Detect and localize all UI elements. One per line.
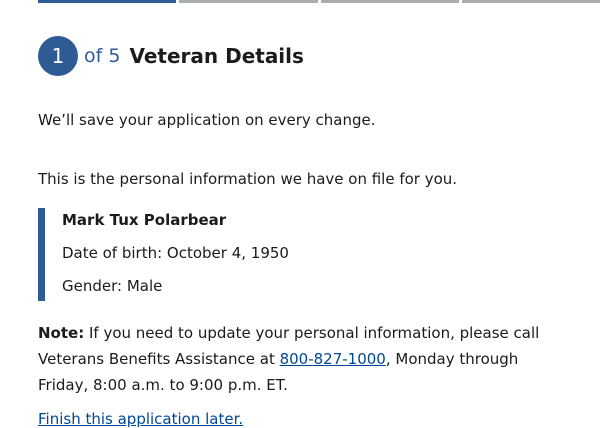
veteran-dob: Date of birth: October 4, 1950 [62, 244, 289, 262]
phone-link[interactable]: 800-827-1000 [280, 350, 386, 368]
veteran-info-card: Mark Tux Polarbear Date of birth: Octobe… [38, 208, 338, 301]
progress-segment-4 [461, 0, 600, 3]
finish-later-link[interactable]: Finish this application later. [38, 410, 243, 428]
autosave-note: We’ll save your application on every cha… [38, 111, 376, 129]
step-header: 1 of 5 Veteran Details [38, 36, 304, 76]
progress-segment-1 [38, 0, 177, 3]
veteran-name: Mark Tux Polarbear [62, 211, 227, 229]
step-progress-bar [38, 0, 600, 3]
page-title: Veteran Details [129, 44, 304, 68]
veteran-gender: Gender: Male [62, 277, 163, 295]
step-of-total: of 5 [84, 45, 121, 67]
intro-text: This is the personal information we have… [38, 170, 458, 188]
step-number-badge: 1 [38, 36, 78, 76]
update-info-note: Note: If you need to update your persona… [38, 320, 558, 398]
progress-segment-3 [320, 0, 459, 3]
note-label: Note: [38, 324, 85, 342]
progress-segment-2 [179, 0, 318, 3]
